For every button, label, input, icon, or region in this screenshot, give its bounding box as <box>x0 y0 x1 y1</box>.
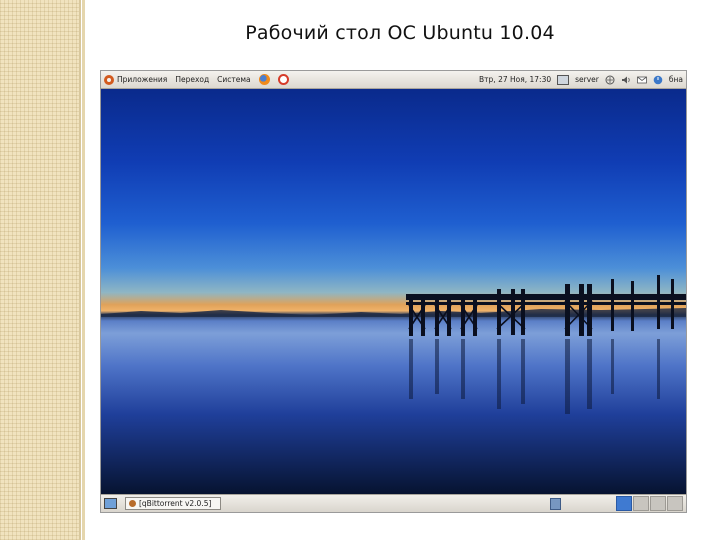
pier-silhouette <box>101 275 686 414</box>
user-name[interactable]: server <box>575 75 599 84</box>
qbittorrent-icon <box>129 500 136 507</box>
firefox-icon[interactable] <box>258 74 270 85</box>
menu-system[interactable]: Система <box>217 75 250 84</box>
workspace-2[interactable] <box>633 496 649 511</box>
help-icon[interactable] <box>277 74 289 85</box>
menu-places-label: Переход <box>175 75 210 84</box>
workspace-4[interactable] <box>667 496 683 511</box>
trash-icon[interactable] <box>550 497 561 510</box>
top-panel: Приложения Переход Система Втр, 27 Ноя, … <box>101 71 686 89</box>
desktop-wallpaper <box>101 89 686 496</box>
network-icon[interactable] <box>605 75 615 85</box>
volume-icon[interactable] <box>621 75 631 85</box>
panel-status-area: Втр, 27 Ноя, 17:30 server бна <box>479 74 683 85</box>
panel-partial-label: бна <box>668 75 683 84</box>
show-desktop-icon[interactable] <box>104 498 117 509</box>
power-icon[interactable] <box>653 75 663 85</box>
taskbar-window-qbittorrent[interactable]: [qBittorrent v2.0.5] <box>125 497 221 510</box>
menu-applications-label: Приложения <box>117 75 168 84</box>
menu-places[interactable]: Переход <box>175 75 209 84</box>
taskbar-window-label: [qBittorrent v2.0.5] <box>139 499 212 508</box>
ubuntu-logo-icon <box>104 74 114 85</box>
ubuntu-desktop-screenshot: Приложения Переход Система Втр, 27 Ноя, … <box>100 70 687 513</box>
clock[interactable]: Втр, 27 Ноя, 17:30 <box>479 75 551 84</box>
page-title: Рабочий стол ОС Ubuntu 10.04 <box>245 22 555 44</box>
menu-system-label: Система <box>217 75 251 84</box>
workspace-3[interactable] <box>650 496 666 511</box>
main-menu: Приложения Переход Система <box>104 74 289 85</box>
menu-applications[interactable]: Приложения <box>104 74 168 85</box>
mail-icon[interactable] <box>636 75 647 85</box>
decorative-side-strip <box>0 0 85 540</box>
workspace-1[interactable] <box>616 496 632 511</box>
monitor-icon[interactable] <box>557 74 570 85</box>
workspace-switcher-area <box>550 496 683 511</box>
bottom-panel: [qBittorrent v2.0.5] <box>101 494 686 512</box>
